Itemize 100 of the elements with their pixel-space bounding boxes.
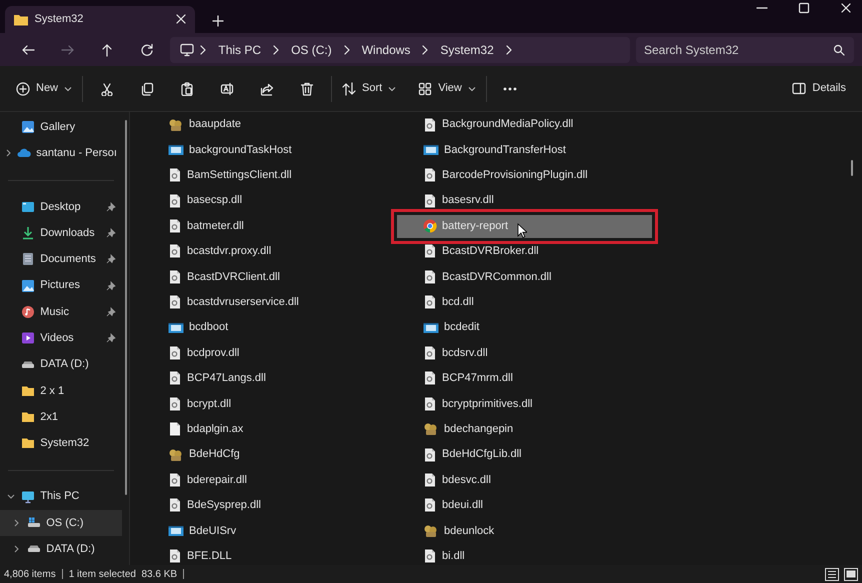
- plus-icon[interactable]: [212, 15, 224, 28]
- file-item[interactable]: bdechangepin: [397, 418, 652, 441]
- file-item[interactable]: BCP47mrm.dll: [397, 366, 652, 390]
- file-item[interactable]: BdeUISrv: [142, 519, 397, 542]
- sidebar-item[interactable]: Gallery: [0, 114, 122, 140]
- file-item[interactable]: bcdprov.dll: [142, 342, 397, 365]
- chevron-icon[interactable]: [199, 44, 208, 55]
- file-item[interactable]: BarcodeProvisioningPlugin.dll: [397, 164, 652, 187]
- sidebar-item[interactable]: Pictures: [0, 272, 122, 299]
- sidebar-item[interactable]: DATA (D:): [0, 536, 122, 562]
- tiles-view-icon[interactable]: [844, 568, 858, 581]
- file-item[interactable]: bcastdvruserservice.dll: [142, 290, 397, 314]
- file-item[interactable]: BamSettingsClient.dll: [142, 164, 397, 187]
- file-item[interactable]: BdeHdCfgLib.dll: [397, 443, 652, 466]
- details-button[interactable]: Details: [786, 72, 852, 105]
- document-gear-icon: [168, 270, 182, 284]
- file-item[interactable]: bcrypt.dll: [142, 392, 397, 416]
- breadcrumb[interactable]: This PC: [218, 40, 262, 59]
- file-item[interactable]: bcastdvr.proxy.dll: [142, 240, 397, 263]
- pin-icon[interactable]: [106, 333, 116, 344]
- maximize-icon[interactable]: [798, 2, 810, 14]
- breadcrumb[interactable]: Windows: [362, 40, 410, 59]
- file-item[interactable]: BcastDVRCommon.dll: [397, 265, 652, 288]
- scrollbar[interactable]: [851, 160, 853, 176]
- view-button[interactable]: View: [412, 72, 482, 105]
- item-count: 4,806 items: [4, 568, 56, 582]
- file-item[interactable]: bdeui.dll: [397, 494, 652, 517]
- file-item[interactable]: bcd.dll: [397, 290, 652, 314]
- file-item[interactable]: bcdedit: [397, 316, 652, 340]
- selection-size: 83.6 KB: [141, 568, 178, 582]
- file-item[interactable]: backgroundTaskHost: [142, 138, 397, 162]
- breadcrumb[interactable]: System32: [440, 40, 494, 59]
- sort-button[interactable]: Sort: [336, 72, 402, 105]
- tab[interactable]: System32: [5, 6, 195, 33]
- document-gear-icon: [423, 549, 437, 564]
- file-item[interactable]: battery-report: [397, 214, 652, 238]
- file-item[interactable]: BcastDVRClient.dll: [142, 265, 397, 288]
- chevron-icon[interactable]: [272, 44, 280, 55]
- file-item[interactable]: bdaplgin.ax: [142, 418, 397, 441]
- plus-circle-icon: [16, 82, 30, 96]
- sidebar-item[interactable]: 2 x 1: [0, 378, 122, 404]
- scrollbar[interactable]: [124, 120, 126, 496]
- file-item[interactable]: BcastDVRBroker.dll: [397, 240, 652, 263]
- file-item[interactable]: BdeHdCfg: [142, 443, 397, 466]
- new-button[interactable]: New: [10, 72, 78, 105]
- scissors-icon: [100, 82, 114, 96]
- back-arrow-icon[interactable]: [20, 42, 35, 57]
- search-field[interactable]: Search System32: [636, 36, 854, 63]
- chevron-icon[interactable]: [504, 44, 513, 55]
- file-item[interactable]: BackgroundTransferHost: [397, 138, 652, 162]
- file-item[interactable]: BCP47Langs.dll: [142, 366, 397, 390]
- file-item[interactable]: basecsp.dll: [142, 189, 397, 212]
- download-icon: [20, 226, 35, 240]
- music-icon: [20, 304, 35, 319]
- up-arrow-icon[interactable]: [100, 42, 114, 57]
- emblem-icon: [168, 448, 184, 462]
- sidebar-item[interactable]: 2x1: [0, 404, 122, 430]
- file-item[interactable]: baaupdate: [142, 113, 397, 136]
- file-item[interactable]: bcdsrv.dll: [397, 342, 652, 365]
- file-item[interactable]: bcryptprimitives.dll: [397, 392, 652, 416]
- file-item[interactable]: BFE.DLL: [142, 544, 397, 568]
- close-icon[interactable]: [840, 2, 852, 14]
- clipboard-icon: [180, 82, 194, 96]
- chevron-icon[interactable]: [421, 44, 430, 55]
- sidebar-item[interactable]: Music: [0, 298, 122, 326]
- sidebar-item[interactable]: Documents: [0, 246, 122, 273]
- pin-icon[interactable]: [106, 254, 116, 264]
- breadcrumb[interactable]: OS (C:): [291, 40, 332, 59]
- document-gear-icon: [423, 448, 437, 462]
- sidebar-item[interactable]: OS (C:): [0, 510, 122, 536]
- emblem-icon: [168, 118, 184, 132]
- sidebar-item[interactable]: santanu - Persoı: [0, 140, 122, 167]
- document-icon: [168, 422, 182, 436]
- sidebar-item[interactable]: This PC: [0, 484, 122, 510]
- address-bar[interactable]: This PC OS (C:) Windows System32: [170, 36, 630, 63]
- sidebar-item[interactable]: Downloads: [0, 220, 122, 246]
- document-gear-icon: [423, 244, 437, 258]
- file-item[interactable]: bcdboot: [142, 316, 397, 340]
- pin-icon[interactable]: [106, 202, 116, 212]
- file-item[interactable]: bi.dll: [397, 544, 652, 568]
- file-item[interactable]: bdesvc.dll: [397, 468, 652, 492]
- pin-icon[interactable]: [106, 280, 116, 291]
- sidebar-item[interactable]: Desktop: [0, 194, 122, 220]
- sidebar-item[interactable]: Videos: [0, 325, 122, 352]
- file-item[interactable]: BdeSysprep.dll: [142, 494, 397, 517]
- forward-arrow-icon[interactable]: [60, 42, 75, 57]
- file-item[interactable]: BackgroundMediaPolicy.dll: [397, 113, 652, 136]
- chevron-icon[interactable]: [342, 44, 351, 55]
- file-item[interactable]: bderepair.dll: [142, 468, 397, 492]
- sidebar-item[interactable]: System32: [0, 430, 122, 457]
- close-icon[interactable]: [175, 13, 187, 26]
- document-gear-icon: [168, 346, 182, 360]
- sidebar-item[interactable]: DATA (D:): [0, 351, 122, 378]
- details-view-icon[interactable]: [824, 568, 838, 581]
- pin-icon[interactable]: [106, 228, 116, 238]
- file-item[interactable]: bdeunlock: [397, 519, 652, 542]
- file-item[interactable]: batmeter.dll: [142, 214, 397, 238]
- refresh-icon[interactable]: [140, 42, 154, 57]
- pin-icon[interactable]: [106, 306, 116, 317]
- file-item[interactable]: basesrv.dll: [397, 189, 652, 212]
